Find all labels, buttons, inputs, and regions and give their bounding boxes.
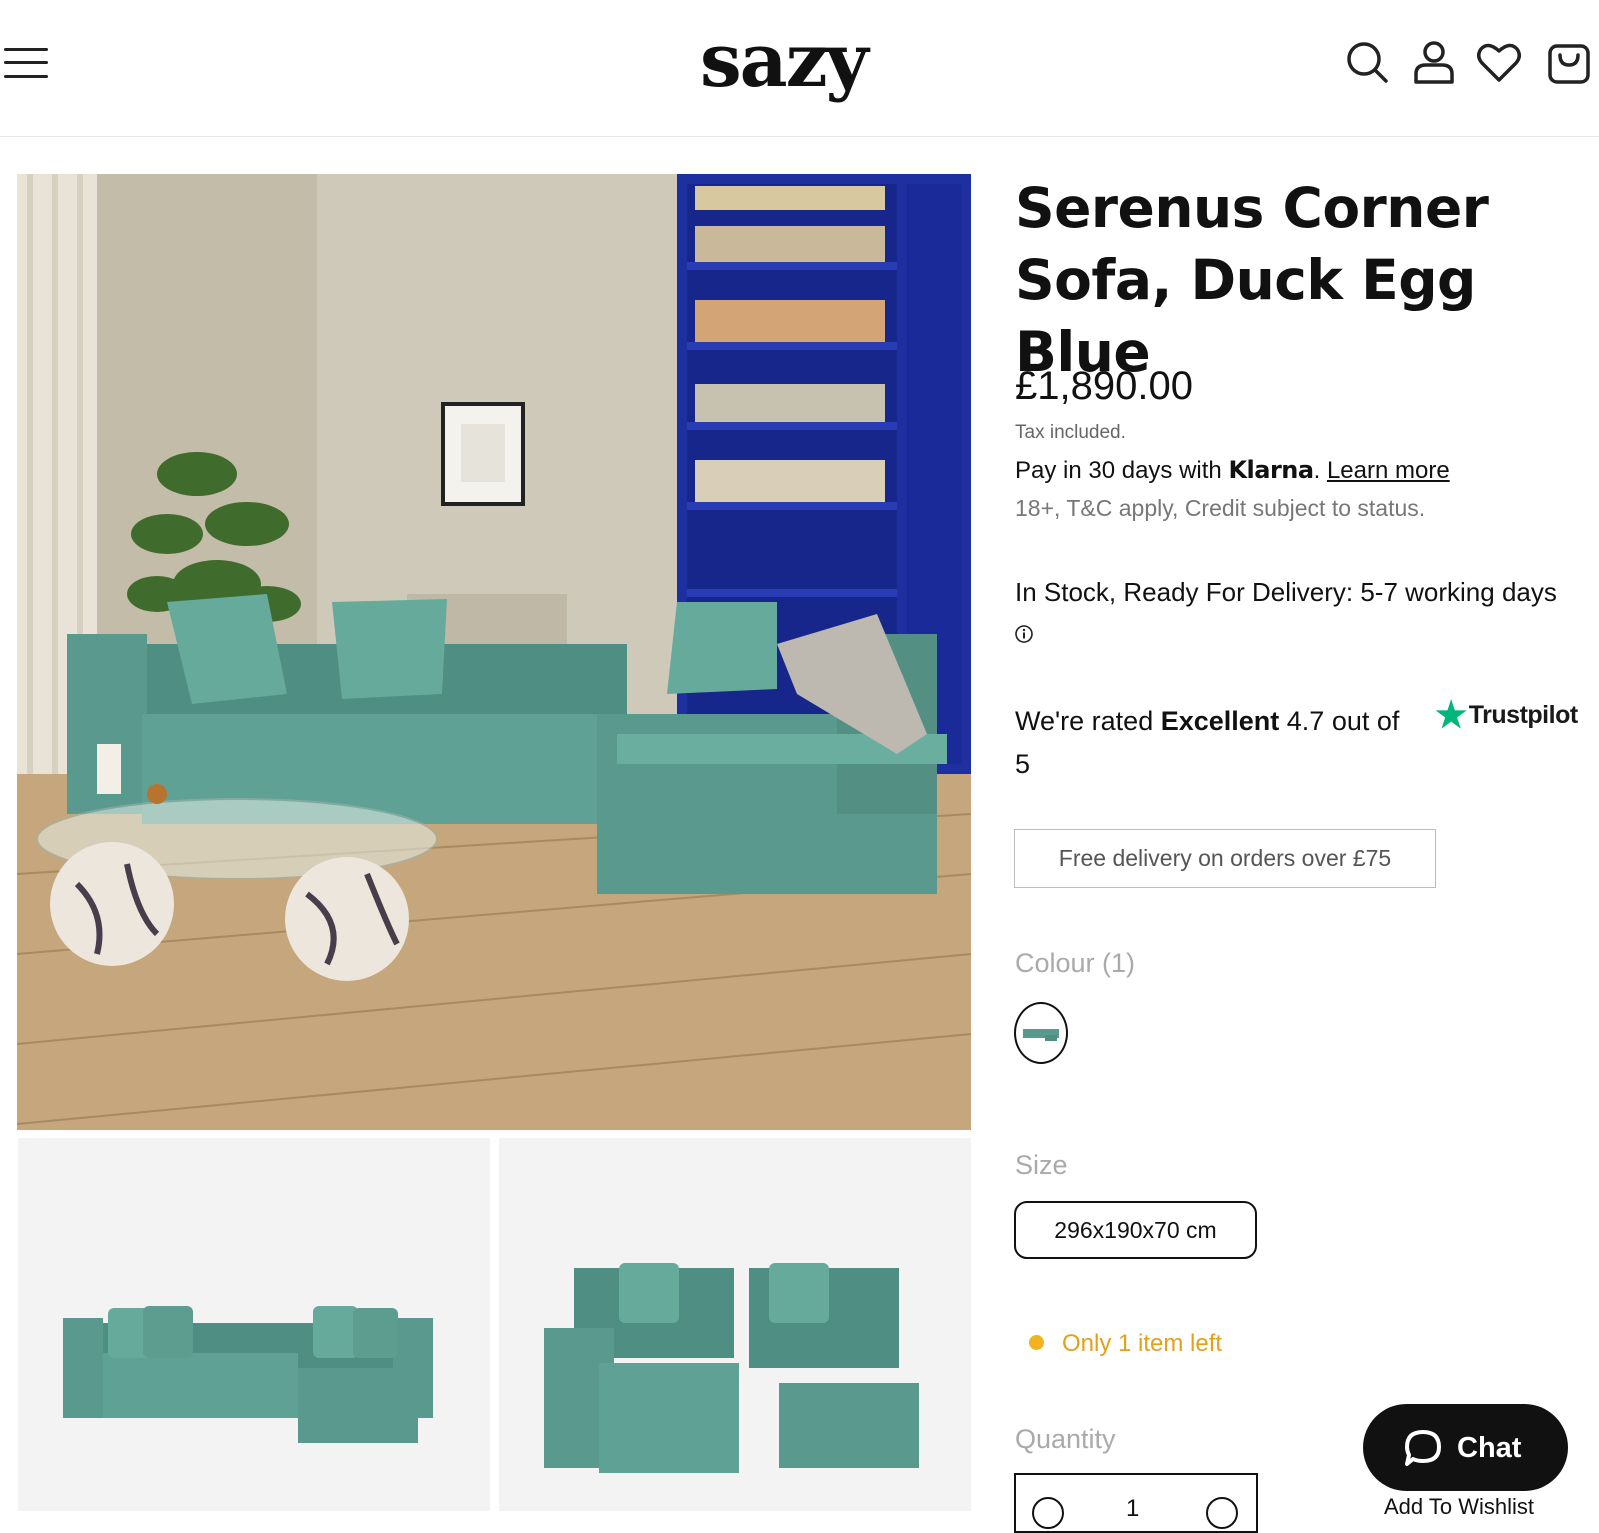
product-price: £1,890.00 xyxy=(1015,364,1193,408)
trustpilot-label: Trustpilot xyxy=(1468,701,1578,729)
low-stock-text: Only 1 item left xyxy=(1062,1330,1223,1357)
free-delivery-banner: Free delivery on orders over £75 xyxy=(1014,829,1436,888)
quantity-stepper: 1 xyxy=(1014,1473,1258,1533)
quantity-label: Quantity xyxy=(1015,1424,1116,1454)
size-label: Size xyxy=(1015,1150,1068,1180)
wishlist-heart-icon[interactable] xyxy=(1475,38,1523,86)
chat-label: Chat xyxy=(1457,1432,1522,1464)
site-header: sazy xyxy=(0,0,1599,137)
trustpilot-rating: We're rated Excellent 4.7 out of 5 xyxy=(1015,700,1415,786)
account-icon[interactable] xyxy=(1410,38,1458,86)
menu-icon[interactable] xyxy=(4,42,50,82)
rating-word: Excellent xyxy=(1160,706,1280,736)
learn-more-link[interactable]: Learn more xyxy=(1327,457,1450,484)
trustpilot-logo[interactable]: ★Trustpilot xyxy=(1435,694,1578,736)
quantity-value[interactable]: 1 xyxy=(1126,1495,1139,1523)
klarna-logo: Klarna xyxy=(1228,456,1314,484)
site-logo[interactable]: sazy xyxy=(700,6,920,116)
low-stock-notice: Only 1 item left xyxy=(1029,1330,1222,1358)
info-icon[interactable] xyxy=(1014,624,1034,644)
klarna-suffix: . xyxy=(1313,457,1321,484)
add-to-wishlist-link[interactable]: Add To Wishlist xyxy=(1384,1494,1534,1520)
tax-note: Tax included. xyxy=(1015,422,1126,443)
colour-swatch[interactable] xyxy=(1014,1002,1068,1064)
klarna-message: Pay in 30 days with Klarna. Learn more xyxy=(1015,456,1450,485)
product-title: Serenus Corner Sofa, Duck Egg Blue xyxy=(1015,176,1489,384)
klarna-terms: 18+, T&C apply, Credit subject to status… xyxy=(1015,495,1426,521)
product-thumbnail-2[interactable] xyxy=(499,1138,971,1511)
colour-label: Colour (1) xyxy=(1015,948,1136,978)
sofa-swatch-icon xyxy=(1023,1029,1059,1041)
product-thumbnail-1[interactable] xyxy=(18,1138,490,1511)
shopping-bag-icon[interactable] xyxy=(1545,38,1593,86)
search-icon[interactable] xyxy=(1343,38,1391,86)
wishlist-label: Add To Wishlist xyxy=(1384,1494,1534,1519)
main-product-image[interactable] xyxy=(17,174,971,1130)
chat-bubble-icon xyxy=(1405,1430,1441,1466)
chat-button[interactable]: Chat xyxy=(1363,1404,1568,1491)
stock-dot-icon xyxy=(1029,1335,1044,1350)
rating-prefix: We're rated xyxy=(1015,706,1161,736)
quantity-decrease-button[interactable] xyxy=(1032,1497,1064,1529)
size-option-button[interactable]: 296x190x70 cm xyxy=(1014,1201,1257,1259)
quantity-increase-button[interactable] xyxy=(1206,1497,1238,1529)
klarna-prefix: Pay in 30 days with xyxy=(1015,457,1229,484)
stock-status: In Stock, Ready For Delivery: 5-7 workin… xyxy=(1015,577,1557,607)
trustpilot-star-icon: ★ xyxy=(1435,694,1467,735)
